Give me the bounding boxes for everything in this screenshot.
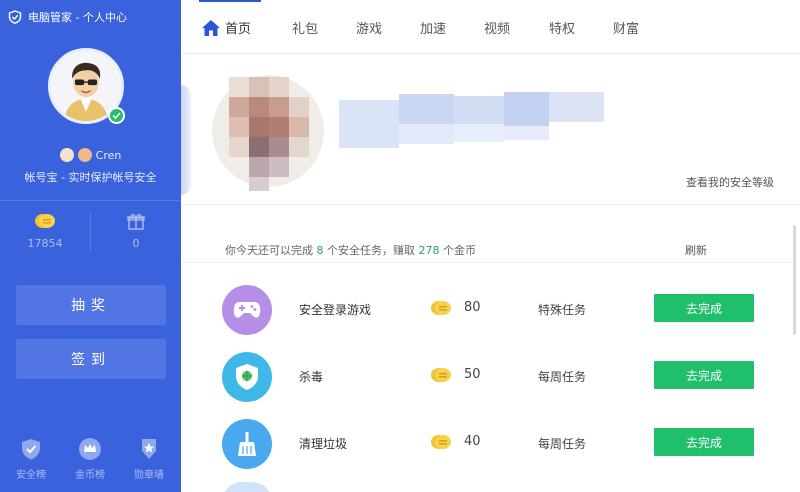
task-type: 特殊任务 <box>538 303 587 317</box>
coin-icon <box>430 434 452 453</box>
divider <box>0 200 181 201</box>
task-type: 每周任务 <box>538 370 587 384</box>
decorative-edge <box>181 85 191 195</box>
task-row: 安全登录游戏 80 特殊任务 去完成 <box>181 276 791 342</box>
blurred-avatar <box>212 75 324 191</box>
coin-stat[interactable]: 17854 <box>0 210 90 250</box>
antivirus-icon <box>222 352 272 402</box>
task-name: 安全登录游戏 <box>299 303 372 317</box>
summary-suffix: 个金币 <box>443 244 476 257</box>
summary-mid: 个安全任务，赚取 <box>327 244 415 257</box>
top-navigation: 首页 礼包 游戏 加速 视频 特权 财富 <box>181 0 800 54</box>
account-protection-desc: 帐号宝 - 实时保护帐号安全 <box>24 171 157 184</box>
complete-task-button[interactable]: 去完成 <box>654 294 754 322</box>
user-level-icon <box>77 148 92 162</box>
verified-badge-icon <box>108 107 125 124</box>
tab-home[interactable]: 首页 <box>201 18 251 37</box>
coin-count: 17854 <box>27 237 63 250</box>
medal-wall-button[interactable]: 勋章墙 <box>125 436 173 481</box>
gift-count: 0 <box>132 237 140 250</box>
task-reward: 40 <box>464 434 481 449</box>
tab-wealth[interactable]: 财富 <box>613 18 639 37</box>
crown-icon <box>66 436 114 462</box>
tab-video[interactable]: 视频 <box>484 18 510 37</box>
home-icon <box>202 19 220 36</box>
task-summary: 你今天还可以完成 8 个安全任务，赚取 278 个金币 <box>225 242 476 258</box>
coin-ranking-button[interactable]: 金币榜 <box>66 436 114 481</box>
tab-home-label: 首页 <box>225 22 252 37</box>
coin-total: 278 <box>418 244 440 257</box>
tab-privileges[interactable]: 特权 <box>549 18 575 37</box>
task-summary-bar: 你今天还可以完成 8 个安全任务，赚取 278 个金币 刷新 <box>181 235 791 263</box>
next-task-icon-partial <box>222 482 272 492</box>
tab-gift-packs[interactable]: 礼包 <box>292 18 318 37</box>
app-title-text: 电脑管家 - 个人中心 <box>28 11 127 24</box>
task-row: 杀毒 50 每周任务 去完成 <box>181 343 791 409</box>
medal-wall-label: 勋章墙 <box>134 470 164 481</box>
view-safety-level-link[interactable]: 查看我的安全等级 <box>686 174 774 190</box>
tab-acceleration[interactable]: 加速 <box>420 18 446 37</box>
coin-icon <box>0 210 90 232</box>
scrollbar[interactable] <box>793 225 796 335</box>
task-name: 清理垃圾 <box>299 437 348 451</box>
broom-icon <box>222 419 272 469</box>
profile-banner: 查看我的安全等级 <box>181 55 800 205</box>
shield-logo-icon <box>8 10 22 24</box>
summary-prefix: 你今天还可以完成 <box>225 244 313 257</box>
lottery-button[interactable]: 抽奖 <box>16 285 166 325</box>
task-row: 清理垃圾 40 每周任务 去完成 <box>181 410 791 476</box>
safety-ranking-label: 安全榜 <box>16 470 46 481</box>
medal-icon <box>125 436 173 462</box>
gift-stat[interactable]: 0 <box>91 210 181 250</box>
task-type: 每周任务 <box>538 437 587 451</box>
task-reward: 80 <box>464 300 481 315</box>
active-tab-indicator <box>199 0 261 2</box>
user-mini-avatar-icon <box>59 148 74 162</box>
blurred-username <box>339 92 604 148</box>
checkin-button[interactable]: 签到 <box>16 339 166 379</box>
refresh-button[interactable]: 刷新 <box>685 242 707 258</box>
complete-task-button[interactable]: 去完成 <box>654 428 754 456</box>
complete-task-button[interactable]: 去完成 <box>654 361 754 389</box>
coin-ranking-label: 金币榜 <box>75 470 105 481</box>
coin-icon <box>430 367 452 386</box>
gift-icon <box>91 210 181 232</box>
task-name: 杀毒 <box>299 370 324 384</box>
task-count: 8 <box>316 244 324 257</box>
username: Cren <box>95 148 122 162</box>
gamepad-icon <box>222 285 272 335</box>
coin-icon <box>430 300 452 319</box>
user-info: Cren <box>0 147 181 163</box>
task-reward: 50 <box>464 367 481 382</box>
shield-icon <box>7 436 55 462</box>
tab-games[interactable]: 游戏 <box>356 18 382 37</box>
sidebar: 电脑管家 - 个人中心 Cren 帐号宝 - 实时保护帐号安全 17854 0 … <box>0 0 181 492</box>
safety-ranking-button[interactable]: 安全榜 <box>7 436 55 481</box>
app-title: 电脑管家 - 个人中心 <box>8 9 127 25</box>
